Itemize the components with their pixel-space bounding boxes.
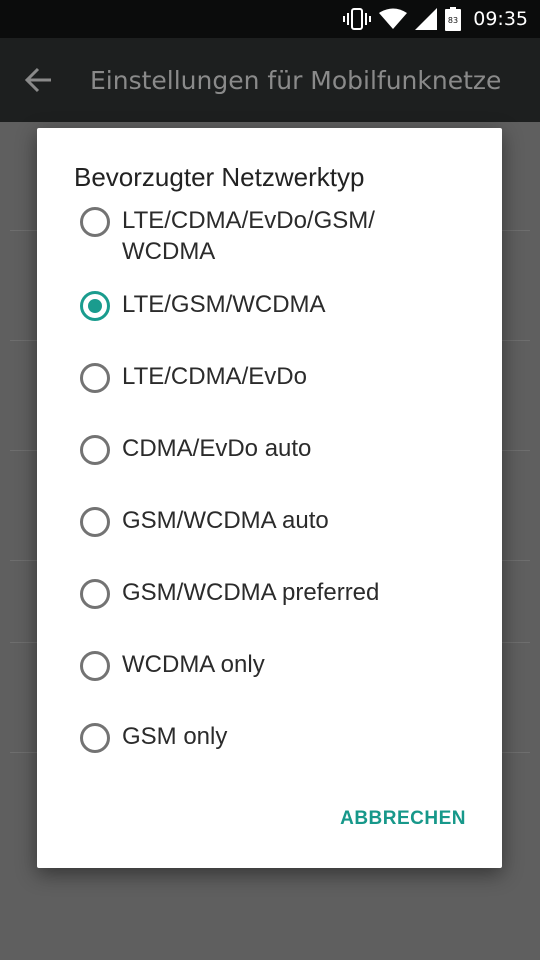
- cancel-button[interactable]: ABBRECHEN: [340, 808, 466, 830]
- radio-button[interactable]: [80, 507, 110, 537]
- option-lte-cdma-evdo-gsm-wcdma[interactable]: LTE/CDMA/EvDo/GSM/ WCDMA: [80, 205, 480, 267]
- back-arrow-icon[interactable]: [24, 67, 64, 93]
- battery-level: 83: [448, 16, 458, 25]
- status-time: 09:35: [473, 8, 528, 30]
- network-type-dialog: Bevorzugter Netzwerktyp LTE/CDMA/EvDo/GS…: [37, 128, 502, 868]
- radio-button[interactable]: [80, 435, 110, 465]
- vibrate-icon: [343, 8, 372, 30]
- radio-button[interactable]: [80, 207, 110, 237]
- option-label: GSM/WCDMA auto: [122, 507, 329, 534]
- status-icons: 83 09:35: [343, 7, 528, 31]
- option-label: LTE/CDMA/EvDo/GSM/ WCDMA: [122, 207, 375, 265]
- option-label: GSM only: [122, 723, 228, 750]
- signal-icon: [415, 8, 438, 30]
- wifi-icon: [379, 8, 408, 30]
- option-label: CDMA/EvDo auto: [122, 435, 312, 462]
- page-title: Einstellungen für Mobilfunknetze: [90, 65, 502, 95]
- option-label: WCDMA only: [122, 651, 265, 678]
- radio-button[interactable]: [80, 723, 110, 753]
- option-label: LTE/GSM/WCDMA: [122, 291, 326, 318]
- option-label: LTE/CDMA/EvDo: [122, 363, 307, 390]
- option-gsm-only[interactable]: GSM only: [80, 721, 480, 753]
- option-label: GSM/WCDMA preferred: [122, 579, 380, 606]
- option-wcdma-only[interactable]: WCDMA only: [80, 649, 480, 681]
- battery-icon: 83: [445, 7, 462, 31]
- radio-button[interactable]: [80, 363, 110, 393]
- radio-button[interactable]: [80, 579, 110, 609]
- radio-button-selected[interactable]: [80, 291, 110, 321]
- option-gsm-wcdma-preferred[interactable]: GSM/WCDMA preferred: [80, 577, 480, 609]
- option-cdma-evdo-auto[interactable]: CDMA/EvDo auto: [80, 433, 480, 465]
- dialog-title: Bevorzugter Netzwerktyp: [74, 162, 365, 192]
- status-bar: 83 09:35: [0, 0, 540, 38]
- app-bar: Einstellungen für Mobilfunknetze: [0, 38, 540, 122]
- option-lte-cdma-evdo[interactable]: LTE/CDMA/EvDo: [80, 361, 480, 393]
- option-lte-gsm-wcdma[interactable]: LTE/GSM/WCDMA: [80, 289, 480, 321]
- option-gsm-wcdma-auto[interactable]: GSM/WCDMA auto: [80, 505, 480, 537]
- radio-button[interactable]: [80, 651, 110, 681]
